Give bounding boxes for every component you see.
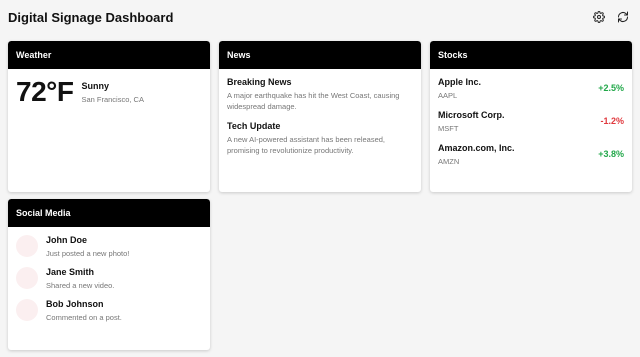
news-card: News Breaking News A major earthquake ha… (219, 41, 421, 192)
social-media-card-body: John Doe Just posted a new photo! Jane S… (8, 227, 210, 339)
social-post-author: John Doe (46, 235, 88, 245)
temperature: 72°F (16, 76, 74, 107)
stock-name: Microsoft Corp. (438, 110, 505, 120)
social-post[interactable]: John Doe Just posted a new photo! (16, 235, 202, 258)
weather-card: Weather 72°F Sunny San Francisco, CA (8, 41, 210, 192)
weather-location: San Francisco, CA (81, 95, 144, 104)
settings-button[interactable] (592, 10, 606, 24)
avatar (16, 235, 38, 257)
social-post[interactable]: Bob Johnson Commented on a post. (16, 299, 202, 322)
avatar (16, 267, 38, 289)
stock-change: +3.8% (598, 149, 624, 159)
stock-row[interactable]: Apple Inc. AAPL +2.5% (438, 77, 624, 100)
stocks-card-header: Stocks (430, 41, 632, 69)
gear-icon (593, 11, 605, 23)
social-media-card: Social Media John Doe Just posted a new … (8, 199, 210, 350)
weather-details: Sunny San Francisco, CA (81, 77, 144, 104)
stock-info: Amazon.com, Inc. AMZN (438, 143, 515, 166)
avatar (16, 299, 38, 321)
stock-ticker: MSFT (438, 124, 459, 133)
stock-info: Apple Inc. AAPL (438, 77, 481, 100)
top-bar: Digital Signage Dashboard (8, 6, 632, 28)
weather-card-header: Weather (8, 41, 210, 69)
stock-row[interactable]: Amazon.com, Inc. AMZN +3.8% (438, 143, 624, 166)
news-item[interactable]: Tech Update A new AI-powered assistant h… (227, 121, 413, 156)
news-card-header: News (219, 41, 421, 69)
news-item-text: A major earthquake has hit the West Coas… (227, 91, 400, 111)
weather-card-body: 72°F Sunny San Francisco, CA (8, 69, 210, 115)
social-post-text: Just posted a new photo! (46, 249, 130, 258)
news-item-title: Breaking News (227, 77, 292, 87)
social-post-content: John Doe Just posted a new photo! (46, 235, 129, 258)
news-item-title: Tech Update (227, 121, 281, 131)
social-post-content: Bob Johnson Commented on a post. (46, 299, 122, 322)
social-post-author: Jane Smith (46, 267, 95, 277)
stocks-card-body: Apple Inc. AAPL +2.5% Microsoft Corp. MS… (430, 69, 632, 184)
stock-change: -1.2% (600, 116, 624, 126)
social-media-card-header: Social Media (8, 199, 210, 227)
header-actions (592, 10, 630, 24)
news-item-text: A new AI-powered assistant has been rele… (227, 135, 386, 155)
stock-name: Apple Inc. (438, 77, 482, 87)
stock-row[interactable]: Microsoft Corp. MSFT -1.2% (438, 110, 624, 133)
social-post[interactable]: Jane Smith Shared a new video. (16, 267, 202, 290)
stock-change: +2.5% (598, 83, 624, 93)
news-card-body: Breaking News A major earthquake has hit… (219, 69, 421, 173)
stock-name: Amazon.com, Inc. (438, 143, 515, 153)
stock-ticker: AMZN (438, 157, 460, 166)
news-item[interactable]: Breaking News A major earthquake has hit… (227, 77, 413, 112)
social-post-text: Shared a new video. (46, 281, 115, 290)
stock-info: Microsoft Corp. MSFT (438, 110, 505, 133)
stocks-card: Stocks Apple Inc. AAPL +2.5% Microsoft C… (430, 41, 632, 192)
social-post-author: Bob Johnson (46, 299, 104, 309)
refresh-icon (618, 11, 628, 23)
weather-condition: Sunny (81, 81, 109, 91)
social-post-content: Jane Smith Shared a new video. (46, 267, 114, 290)
stock-ticker: AAPL (438, 91, 458, 100)
weather-summary: 72°F Sunny San Francisco, CA (16, 77, 202, 107)
social-post-text: Commented on a post. (46, 313, 122, 322)
refresh-button[interactable] (616, 10, 630, 24)
page-title: Digital Signage Dashboard (8, 9, 174, 25)
